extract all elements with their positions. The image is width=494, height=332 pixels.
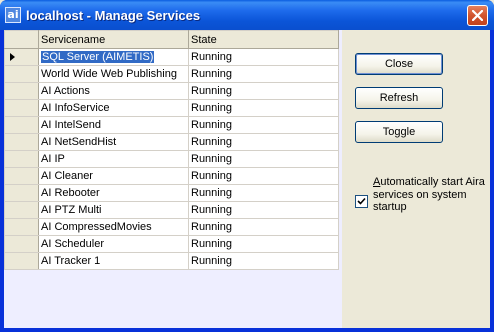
service-state-cell[interactable]: Running: [188, 235, 339, 253]
service-state-cell[interactable]: Running: [188, 201, 339, 219]
title-bar[interactable]: ai localhost - Manage Services: [0, 0, 494, 30]
row-selector[interactable]: [4, 201, 39, 219]
service-name-cell[interactable]: AI Rebooter: [38, 184, 189, 202]
column-header-state[interactable]: State: [188, 30, 339, 49]
row-selector[interactable]: [4, 65, 39, 83]
table-row[interactable]: AI CompressedMovies Running: [4, 218, 339, 236]
service-state-cell[interactable]: Running: [188, 99, 339, 117]
service-name: AI Cleaner: [41, 170, 93, 182]
row-selector[interactable]: [4, 235, 39, 253]
row-selector[interactable]: [4, 82, 39, 100]
table-row[interactable]: AI Rebooter Running: [4, 184, 339, 202]
grid-header-row: Servicename State: [4, 30, 339, 49]
service-name-cell[interactable]: AI Tracker 1: [38, 252, 189, 270]
service-name-cell[interactable]: AI CompressedMovies: [38, 218, 189, 236]
service-name-cell[interactable]: AI Actions: [38, 82, 189, 100]
manage-services-window: ai localhost - Manage Services Servicena…: [0, 0, 494, 332]
table-row[interactable]: AI Cleaner Running: [4, 167, 339, 185]
checkmark-icon: [357, 197, 366, 205]
table-row[interactable]: AI InfoService Running: [4, 99, 339, 117]
auto-start-label-text: utomatically start Aira services on syst…: [373, 176, 485, 213]
row-selector[interactable]: [4, 184, 39, 202]
table-row[interactable]: AI Actions Running: [4, 82, 339, 100]
grid-corner-header: [4, 30, 39, 49]
service-name-cell[interactable]: AI NetSendHist: [38, 133, 189, 151]
service-name-cell[interactable]: AI PTZ Multi: [38, 201, 189, 219]
service-name-cell[interactable]: World Wide Web Publishing: [38, 65, 189, 83]
close-icon: [472, 10, 483, 21]
service-name: AI NetSendHist: [41, 136, 117, 148]
table-row[interactable]: World Wide Web Publishing Running: [4, 65, 339, 83]
table-row[interactable]: AI NetSendHist Running: [4, 133, 339, 151]
service-state-cell[interactable]: Running: [188, 48, 339, 66]
service-state-cell[interactable]: Running: [188, 116, 339, 134]
service-name: AI Scheduler: [41, 238, 104, 250]
service-state-cell[interactable]: Running: [188, 150, 339, 168]
row-pointer-icon: [10, 53, 15, 62]
title-close-button[interactable]: [467, 5, 488, 26]
service-name: AI IP: [41, 153, 65, 165]
window-frame-bottom: [0, 328, 494, 332]
service-state-cell[interactable]: Running: [188, 252, 339, 270]
service-name: AI IntelSend: [41, 119, 101, 131]
service-name-cell[interactable]: AI Cleaner: [38, 167, 189, 185]
column-header-servicename[interactable]: Servicename: [38, 30, 189, 49]
service-name: AI Actions: [41, 85, 90, 97]
service-name-cell[interactable]: SQL Server (AIMETIS): [38, 48, 189, 66]
service-name: World Wide Web Publishing: [41, 68, 177, 80]
service-state-cell[interactable]: Running: [188, 167, 339, 185]
services-grid[interactable]: Servicename State SQL Server (AIMETIS) Ru…: [4, 30, 339, 270]
service-name-cell[interactable]: AI IP: [38, 150, 189, 168]
service-name: AI Rebooter: [41, 187, 100, 199]
row-selector[interactable]: [4, 252, 39, 270]
dialog-client-area: Servicename State SQL Server (AIMETIS) Ru…: [4, 30, 490, 328]
service-name-cell[interactable]: AI InfoService: [38, 99, 189, 117]
refresh-button[interactable]: Refresh: [355, 87, 443, 109]
auto-start-label: Automatically start Aira services on sys…: [373, 176, 488, 214]
service-name: AI Tracker 1: [41, 255, 101, 267]
service-state-cell[interactable]: Running: [188, 218, 339, 236]
row-selector[interactable]: [4, 116, 39, 134]
service-name: SQL Server (AIMETIS): [41, 51, 155, 63]
table-row[interactable]: AI Scheduler Running: [4, 235, 339, 253]
row-selector[interactable]: [4, 167, 39, 185]
service-name: AI CompressedMovies: [41, 221, 152, 233]
service-state-cell[interactable]: Running: [188, 184, 339, 202]
table-row[interactable]: AI IntelSend Running: [4, 116, 339, 134]
service-name-cell[interactable]: AI Scheduler: [38, 235, 189, 253]
table-row[interactable]: AI PTZ Multi Running: [4, 201, 339, 219]
close-button[interactable]: Close: [355, 53, 443, 75]
service-name-cell[interactable]: AI IntelSend: [38, 116, 189, 134]
toggle-button[interactable]: Toggle: [355, 121, 443, 143]
service-state-cell[interactable]: Running: [188, 133, 339, 151]
table-row[interactable]: AI IP Running: [4, 150, 339, 168]
row-selector[interactable]: [4, 48, 39, 66]
service-name: AI PTZ Multi: [41, 204, 102, 216]
row-selector[interactable]: [4, 218, 39, 236]
auto-start-checkbox[interactable]: [355, 195, 368, 208]
auto-start-option[interactable]: Automatically start Aira services on sys…: [355, 176, 490, 236]
table-row[interactable]: AI Tracker 1 Running: [4, 252, 339, 270]
row-selector[interactable]: [4, 133, 39, 151]
row-selector[interactable]: [4, 99, 39, 117]
window-title: localhost - Manage Services: [26, 8, 201, 23]
service-state-cell[interactable]: Running: [188, 65, 339, 83]
row-selector[interactable]: [4, 150, 39, 168]
table-row[interactable]: SQL Server (AIMETIS) Running: [4, 48, 339, 66]
service-name: AI InfoService: [41, 102, 110, 114]
service-state-cell[interactable]: Running: [188, 82, 339, 100]
app-icon: ai: [5, 7, 21, 23]
